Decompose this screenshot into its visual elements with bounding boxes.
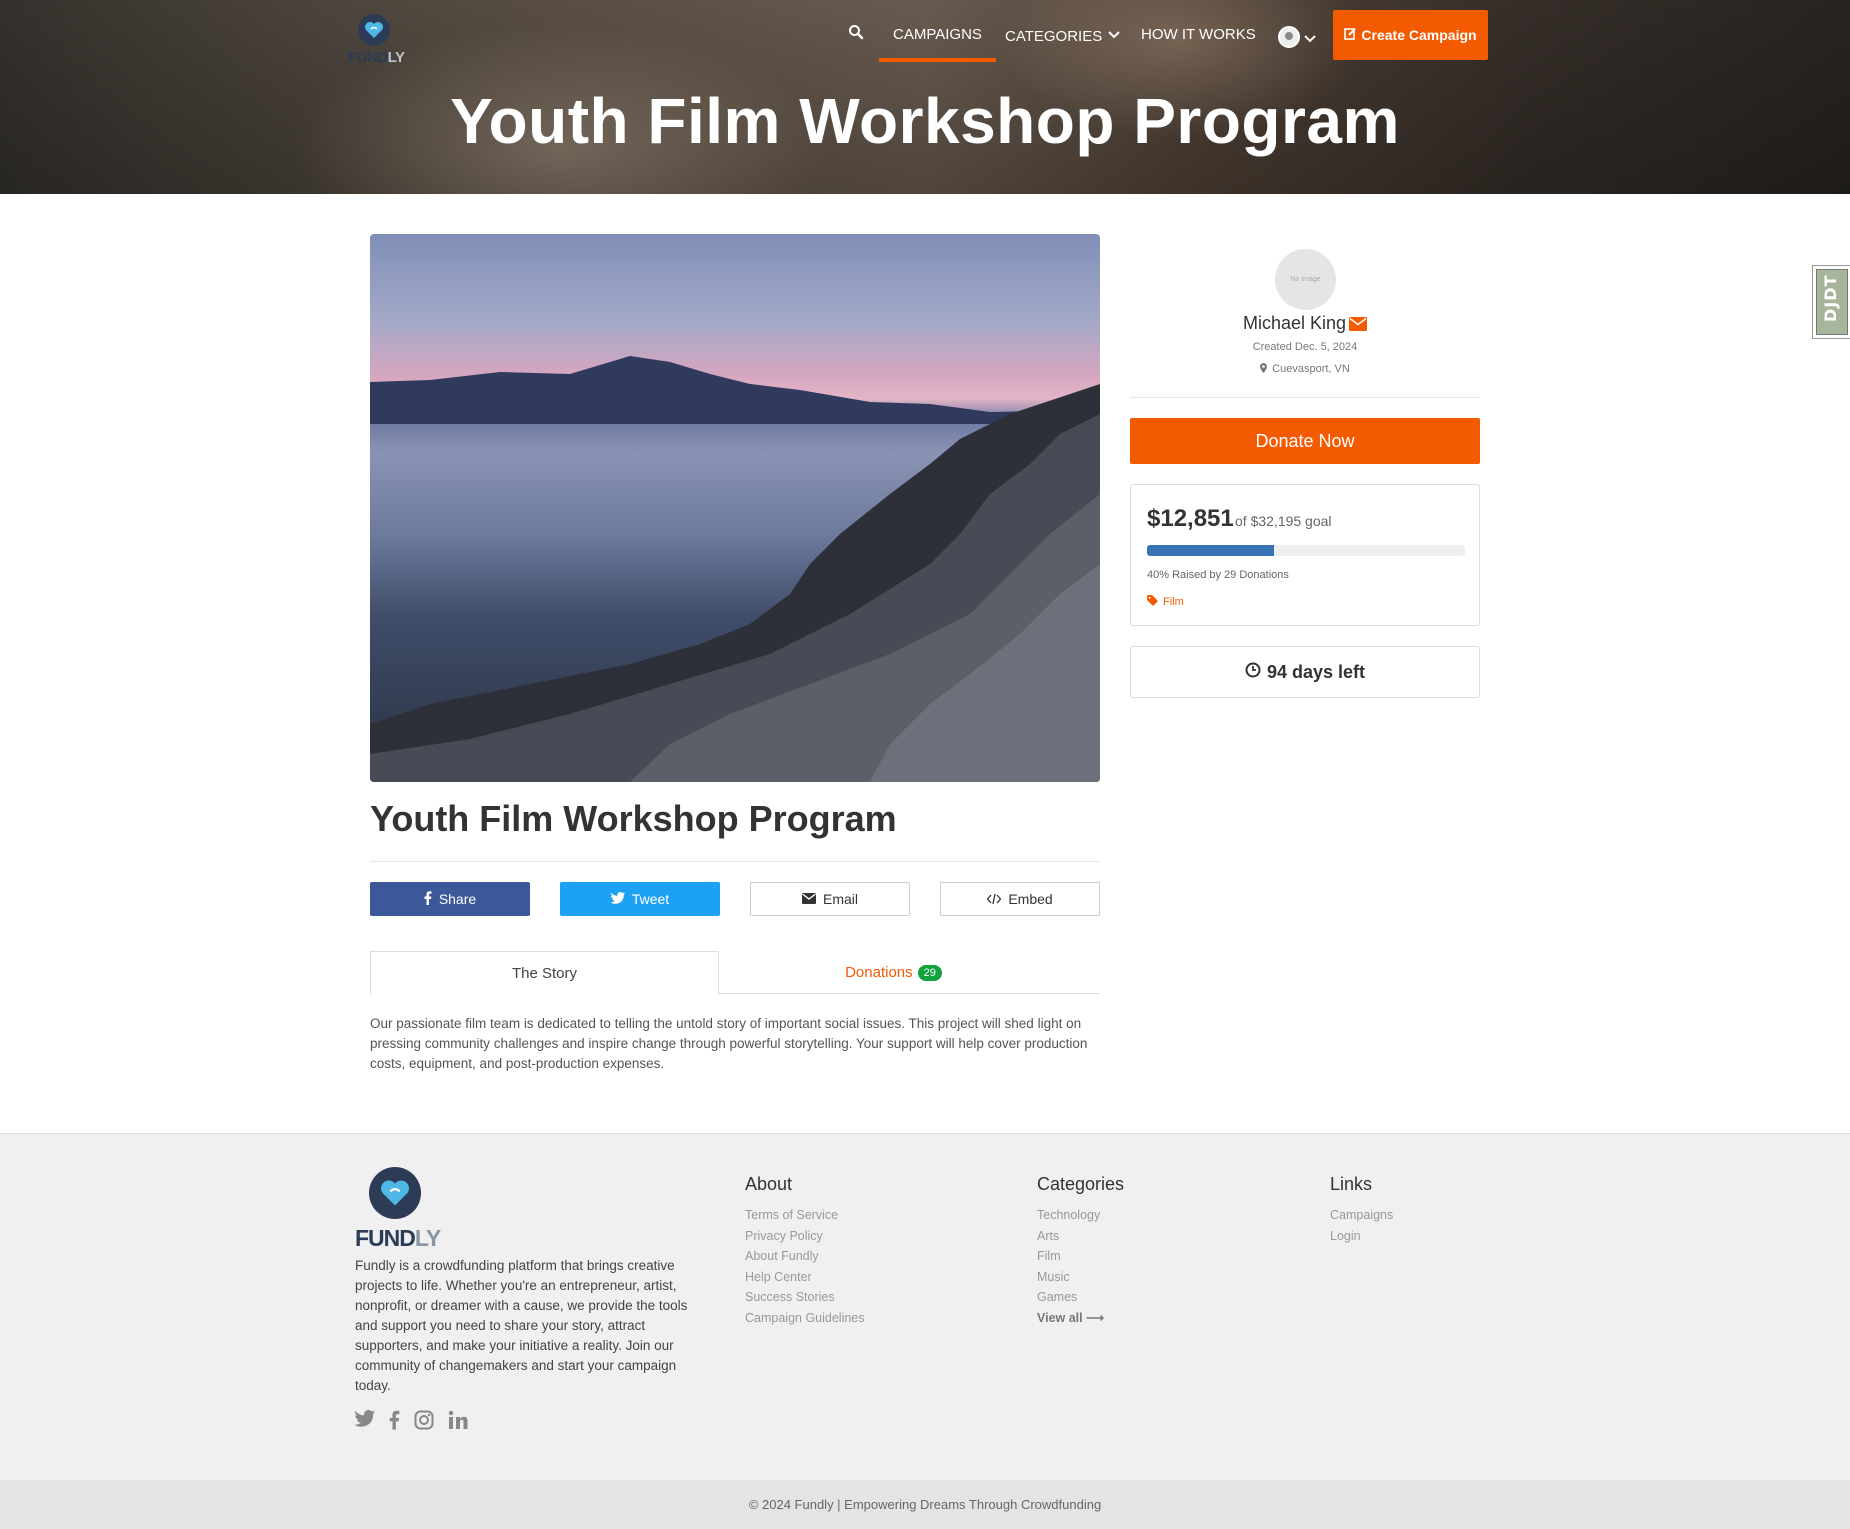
footer-column-title: About	[745, 1174, 793, 1194]
debug-toolbar-handle[interactable]: DJDT	[1812, 265, 1850, 339]
footer-logo-heart-icon	[369, 1167, 421, 1219]
twitter-icon[interactable]	[354, 1410, 375, 1435]
days-left-card: 94 days left	[1130, 646, 1480, 698]
create-campaign-label: Create Campaign	[1361, 27, 1477, 43]
envelope-icon	[801, 891, 816, 907]
footer-about-text: Fundly is a crowdfunding platform that b…	[355, 1258, 688, 1393]
creator-location-text: Cuevasport, VN	[1272, 363, 1350, 375]
nav-categories[interactable]: CATEGORIES	[1005, 26, 1120, 45]
days-left-text: 94 days left	[1266, 661, 1366, 682]
category-tag-label: Film	[1163, 596, 1184, 608]
creator-avatar: No Image	[1275, 249, 1336, 310]
footer-column-title: Categories	[1037, 1174, 1125, 1194]
nav-how-it-works[interactable]: HOW IT WORKS	[1141, 26, 1256, 43]
site-footer: FUNDLY Fundly is a crowdfunding platform…	[0, 1133, 1850, 1480]
progress-bar	[1147, 545, 1465, 556]
divider	[1130, 397, 1480, 398]
funding-progress-card: $12,851 of $32,195 goal 40% Raised by 29…	[1130, 484, 1480, 626]
create-campaign-button[interactable]: Create Campaign	[1333, 10, 1488, 60]
arrow-right-icon: ⟶	[1086, 1310, 1105, 1325]
footer-link[interactable]: Arts	[1037, 1226, 1124, 1247]
donate-now-button[interactable]: Donate Now	[1130, 418, 1480, 464]
user-avatar[interactable]	[1278, 26, 1300, 48]
footer-column-links: Links Campaigns Login	[1330, 1174, 1393, 1246]
creator-name[interactable]: Michael King	[1243, 313, 1346, 333]
linkedin-icon[interactable]	[448, 1410, 468, 1435]
edit-icon	[1344, 27, 1357, 43]
facebook-icon	[424, 890, 432, 908]
twitter-share-label: Tweet	[631, 891, 670, 907]
footer-link[interactable]: Privacy Policy	[745, 1226, 865, 1247]
goal-amount: of $32,195 goal	[1235, 513, 1332, 529]
footer-link[interactable]: Campaign Guidelines	[745, 1308, 865, 1329]
logo-heart-icon	[358, 14, 390, 46]
clock-icon	[1245, 662, 1261, 683]
nav-campaigns[interactable]: CAMPAIGNS	[879, 26, 996, 62]
twitter-icon	[610, 891, 625, 907]
campaign-story: Our passionate film team is dedicated to…	[370, 1016, 1088, 1071]
footer-logo-wordmark: FUNDLY	[355, 1225, 441, 1251]
footer-link[interactable]: Success Stories	[745, 1287, 865, 1308]
chevron-down-icon	[1108, 26, 1120, 43]
campaign-tabs: The Story Donations 29	[370, 951, 1100, 995]
code-icon	[986, 891, 1002, 907]
funding-stats: 40% Raised by 29 Donations	[1147, 569, 1289, 581]
email-share-label: Email	[822, 891, 858, 907]
embed-button[interactable]: Embed	[940, 882, 1100, 916]
footer-link[interactable]: Campaigns	[1330, 1205, 1393, 1226]
footer-column-categories: Categories Technology Arts Film Music Ga…	[1037, 1174, 1124, 1328]
envelope-icon[interactable]	[1349, 315, 1368, 336]
instagram-icon[interactable]	[414, 1410, 434, 1435]
tab-donations[interactable]: Donations 29	[719, 951, 1068, 994]
logo-wordmark: FUNDLY	[348, 49, 405, 66]
footer-link[interactable]: Games	[1037, 1287, 1124, 1308]
footer-link[interactable]: Terms of Service	[745, 1205, 865, 1226]
debug-toolbar-label: DJDT	[1821, 274, 1840, 322]
footer-link[interactable]: Help Center	[745, 1267, 865, 1288]
hero-title: Youth Film Workshop Program	[450, 85, 1400, 157]
creator-created-date: Created Dec. 5, 2024	[1252, 341, 1358, 353]
footer-column-title: Links	[1330, 1174, 1373, 1194]
tab-donations-label: Donations	[845, 964, 913, 981]
creator-location: Cuevasport, VN	[1130, 363, 1480, 375]
hero-banner: FUNDLY CAMPAIGNS CATEGORIES HOW IT WORKS…	[0, 0, 1850, 194]
twitter-share-button[interactable]: Tweet	[560, 882, 720, 916]
tag-icon	[1147, 595, 1158, 609]
tab-story[interactable]: The Story	[370, 951, 719, 995]
facebook-share-label: Share	[438, 891, 477, 907]
footer-link[interactable]: Login	[1330, 1226, 1393, 1247]
facebook-share-button[interactable]: Share	[370, 882, 530, 916]
donations-count-badge: 29	[917, 964, 942, 981]
footer-link[interactable]: Music	[1037, 1267, 1124, 1288]
progress-bar-fill	[1147, 545, 1275, 556]
footer-link[interactable]: Film	[1037, 1246, 1124, 1267]
facebook-icon[interactable]	[389, 1410, 400, 1435]
footer-column-about: About Terms of Service Privacy Policy Ab…	[745, 1174, 865, 1328]
copyright-bar: © 2024 Fundly | Empowering Dreams Throug…	[0, 1480, 1850, 1529]
map-marker-icon	[1260, 363, 1272, 375]
nav-categories-label: CATEGORIES	[1005, 28, 1103, 45]
footer-link[interactable]: About Fundly	[745, 1246, 865, 1267]
creator-info: Michael King	[1130, 313, 1480, 336]
footer-link[interactable]: Technology	[1037, 1205, 1124, 1226]
search-icon[interactable]	[848, 24, 864, 45]
embed-label: Embed	[1008, 891, 1053, 907]
user-menu-chevron-icon[interactable]	[1304, 30, 1316, 48]
email-share-button[interactable]: Email	[750, 882, 910, 916]
footer-social-links	[354, 1410, 468, 1435]
view-all-categories-link[interactable]: View all ⟶	[1037, 1308, 1124, 1329]
divider	[370, 861, 1100, 862]
category-tag[interactable]: Film	[1147, 595, 1184, 609]
campaign-title: Youth Film Workshop Program	[370, 798, 897, 839]
campaign-image	[370, 234, 1100, 782]
amount-raised: $12,851	[1147, 505, 1234, 532]
site-logo[interactable]: FUNDLY	[348, 14, 405, 70]
